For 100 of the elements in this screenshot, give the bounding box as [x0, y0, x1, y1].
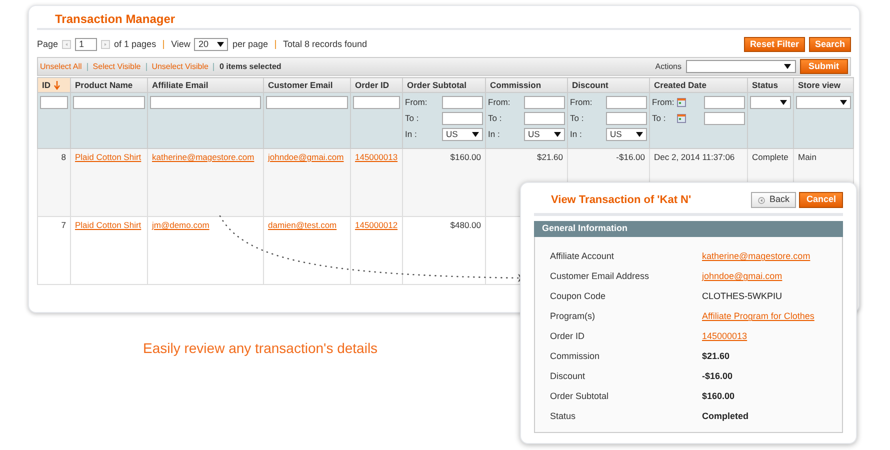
field-link[interactable]: katherine@magestore.com: [702, 250, 810, 264]
page-label: Page: [37, 38, 58, 51]
filter-label: In :: [488, 129, 501, 140]
filter-label: To :: [488, 113, 503, 124]
filter-label: From:: [488, 97, 510, 108]
field-link[interactable]: johndoe@gmai.com: [702, 270, 782, 284]
filter-input[interactable]: [150, 96, 261, 109]
dropdown-icon: [472, 132, 479, 137]
field-label: Customer Email Address: [550, 270, 650, 284]
table-link[interactable]: Plaid Cotton Shirt: [75, 152, 142, 162]
back-button[interactable]: Back: [751, 192, 796, 208]
column-header[interactable]: Created Date: [650, 78, 748, 92]
field-value: $21.60: [702, 350, 730, 364]
filter-label: From:: [652, 97, 674, 108]
toolbar-button[interactable]: Reset Filter: [744, 37, 805, 52]
filter-input[interactable]: [606, 112, 647, 125]
table-link[interactable]: Plaid Cotton Shirt: [75, 220, 142, 230]
filter-input[interactable]: [704, 96, 745, 109]
filter-label: To :: [405, 113, 420, 124]
field-label: Coupon Code: [550, 290, 607, 304]
filter-label: In :: [405, 129, 418, 140]
per-page-select[interactable]: 20: [194, 38, 228, 51]
records-total: Total 8 records found: [282, 38, 368, 51]
massaction-link[interactable]: Unselect Visible: [152, 60, 208, 72]
massaction-link[interactable]: Select Visible: [92, 60, 141, 72]
filter-select[interactable]: [796, 96, 851, 109]
field-label: Status: [550, 410, 577, 424]
selected-count: 0 items selected: [219, 60, 282, 72]
page-input[interactable]: 1: [75, 38, 98, 51]
massaction-link[interactable]: Unselect All: [40, 60, 82, 72]
filter-label: From:: [405, 97, 428, 108]
table-cell: 7: [61, 220, 66, 230]
column-header[interactable]: Discount: [568, 78, 650, 92]
field-label: Order Subtotal: [550, 390, 610, 404]
filter-input[interactable]: [266, 96, 348, 109]
calendar-icon[interactable]: [677, 114, 686, 123]
filter-input[interactable]: [442, 112, 483, 125]
actions-select[interactable]: [686, 60, 796, 73]
table-link[interactable]: johndoe@gmai.com: [268, 152, 344, 162]
field-label: Order ID: [550, 330, 586, 344]
dropdown-icon: [784, 64, 790, 69]
filter-input[interactable]: [704, 112, 745, 125]
filter-label: In :: [570, 129, 583, 140]
cancel-button[interactable]: Cancel: [799, 192, 843, 208]
field-value: -$16.00: [702, 370, 733, 384]
pages-count: of 1 pages: [114, 38, 156, 51]
field-label: Commission: [550, 350, 601, 364]
column-header[interactable]: Status: [748, 78, 794, 92]
filter-input[interactable]: [353, 96, 400, 109]
table-cell: -$16.00: [616, 152, 645, 162]
page-title: Transaction Manager: [55, 12, 176, 26]
filter-input[interactable]: [606, 96, 647, 109]
filter-select[interactable]: [750, 96, 791, 109]
column-header[interactable]: Order ID: [350, 78, 402, 92]
filter-input[interactable]: [73, 96, 145, 109]
prev-page-icon[interactable]: [62, 40, 72, 49]
column-header[interactable]: ID: [38, 78, 70, 92]
field-link[interactable]: Affiliate Program for Clothes: [702, 310, 814, 324]
caption-text: Easily review any transaction's details: [143, 340, 378, 356]
field-label: Affiliate Account: [550, 250, 615, 264]
table-cell: Dec 2, 2014 11:37:06: [654, 152, 735, 162]
column-header[interactable]: Customer Email: [264, 78, 350, 92]
next-page-icon[interactable]: [101, 40, 110, 49]
field-value: $160.00: [702, 390, 735, 404]
actions-label: Actions: [655, 60, 682, 72]
table-link[interactable]: 145000012: [355, 220, 398, 230]
filter-input[interactable]: [442, 96, 483, 109]
filter-select[interactable]: US: [442, 128, 483, 141]
filter-label: To :: [652, 113, 667, 124]
toolbar-button[interactable]: Search: [808, 37, 851, 52]
filter-select[interactable]: US: [606, 128, 647, 141]
filter-input[interactable]: [524, 96, 565, 109]
submit-button[interactable]: Submit: [800, 59, 848, 74]
table-link[interactable]: 145000013: [355, 152, 398, 162]
column-header[interactable]: Affiliate Email: [148, 78, 264, 92]
column-header[interactable]: Product Name: [70, 78, 148, 92]
view-label: View: [171, 38, 190, 51]
table-cell: Complete: [752, 152, 788, 162]
popup-title: View Transaction of 'Kat N': [550, 192, 692, 208]
filter-input[interactable]: [524, 112, 565, 125]
section-header: General Information: [534, 221, 843, 237]
table-cell: Main: [798, 152, 816, 162]
sort-arrow-icon: [54, 80, 60, 90]
filter-select[interactable]: US: [524, 128, 565, 141]
dropdown-icon: [780, 100, 787, 105]
dropdown-icon: [840, 100, 847, 105]
filter-input[interactable]: [40, 96, 68, 109]
column-header[interactable]: Store view: [794, 78, 854, 92]
table-link[interactable]: katherine@magestore.com: [152, 152, 254, 162]
filter-label: From:: [570, 97, 592, 108]
column-header[interactable]: Commission: [486, 78, 568, 92]
table-link[interactable]: jm@demo.com: [152, 220, 210, 230]
table-cell: $21.60: [537, 152, 563, 162]
calendar-icon[interactable]: [677, 98, 686, 107]
dropdown-icon: [636, 132, 643, 137]
column-header[interactable]: Order Subtotal: [402, 78, 486, 92]
table-link[interactable]: damien@test.com: [268, 220, 337, 230]
filter-label: To :: [570, 113, 585, 124]
field-link[interactable]: 145000013: [702, 330, 748, 344]
table-cell: $480.00: [450, 220, 481, 230]
